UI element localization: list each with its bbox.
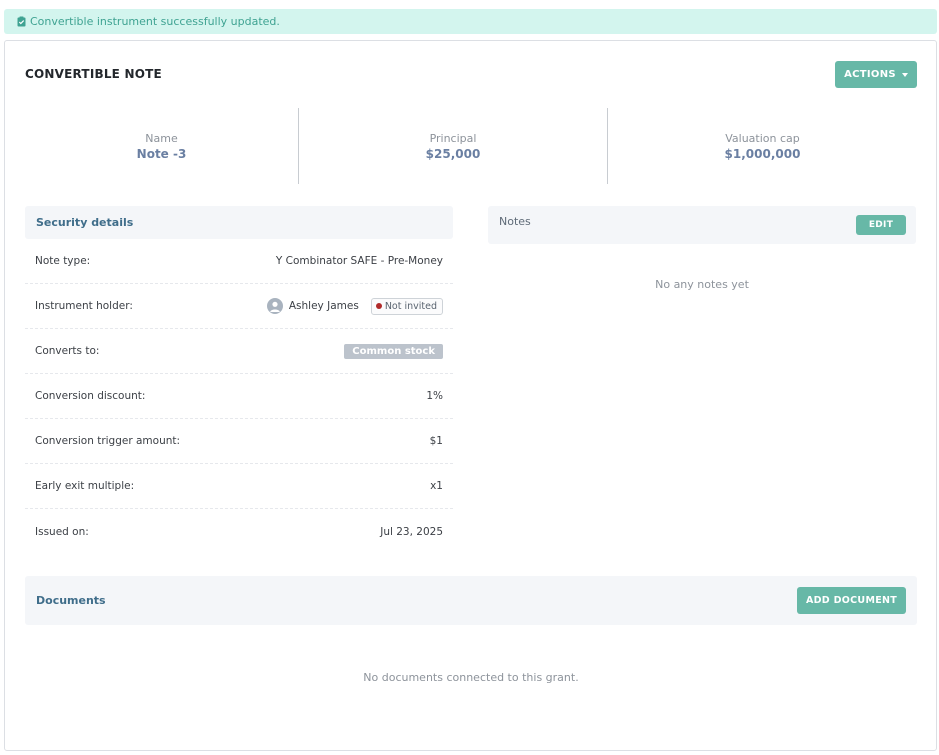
edit-notes-button[interactable]: EDIT xyxy=(856,215,906,235)
documents-empty-state: No documents connected to this grant. xyxy=(363,671,579,684)
detail-label: Conversion trigger amount: xyxy=(35,435,181,447)
notes-header: Notes EDIT xyxy=(488,206,916,244)
stat-name: Name Note -3 xyxy=(25,108,298,184)
alert-message: Convertible instrument successfully upda… xyxy=(30,15,280,28)
stat-value: $1,000,000 xyxy=(724,147,801,161)
invite-status-badge: Not invited xyxy=(370,297,443,315)
convertible-note-card: CONVERTIBLE NOTE ACTIONS Name Note -3 Pr… xyxy=(4,40,937,751)
detail-value: x1 xyxy=(430,480,443,492)
stat-label: Principal xyxy=(429,132,477,145)
security-details-header: Security details xyxy=(25,206,453,239)
detail-label: Converts to: xyxy=(35,345,100,357)
detail-row-early-exit-multiple: Early exit multiple: x1 xyxy=(25,464,453,509)
holder-name[interactable]: Ashley James xyxy=(289,300,359,312)
detail-value: Y Combinator SAFE - Pre-Money xyxy=(275,255,443,267)
detail-label: Early exit multiple: xyxy=(35,480,135,492)
detail-label: Instrument holder: xyxy=(35,300,133,312)
detail-row-conversion-trigger: Conversion trigger amount: $1 xyxy=(25,419,453,464)
stat-value: $25,000 xyxy=(425,147,481,161)
actions-button[interactable]: ACTIONS xyxy=(835,61,917,88)
page-title: CONVERTIBLE NOTE xyxy=(25,67,162,81)
detail-row-conversion-discount: Conversion discount: 1% xyxy=(25,374,453,419)
clipboard-check-icon xyxy=(17,16,26,27)
detail-row-instrument-holder: Instrument holder: Ashley James Not invi… xyxy=(25,284,453,329)
stock-class-badge: Common stock xyxy=(344,343,443,359)
stat-value: Note -3 xyxy=(136,147,187,161)
stat-label: Valuation cap xyxy=(725,132,800,145)
detail-label: Issued on: xyxy=(35,525,89,538)
caret-down-icon xyxy=(901,72,908,77)
notes-title: Notes xyxy=(499,215,531,228)
add-document-button[interactable]: ADD DOCUMENT xyxy=(797,587,906,614)
stat-label: Name xyxy=(145,132,178,145)
detail-value: 1% xyxy=(426,390,443,402)
stat-valuation-cap: Valuation cap $1,000,000 xyxy=(608,108,917,184)
holder-info: Ashley James Not invited xyxy=(266,297,443,315)
actions-button-label: ACTIONS xyxy=(844,69,896,80)
security-details-list: Note type: Y Combinator SAFE - Pre-Money… xyxy=(25,239,453,554)
detail-value: $1 xyxy=(429,435,443,447)
detail-row-issued-on: Issued on: Jul 23, 2025 xyxy=(25,509,453,554)
detail-label: Note type: xyxy=(35,255,91,267)
detail-value: Jul 23, 2025 xyxy=(380,525,443,538)
invite-status-text: Not invited xyxy=(384,300,437,312)
documents-title: Documents xyxy=(36,594,106,607)
user-avatar-icon xyxy=(266,298,283,314)
status-dot-icon xyxy=(375,303,382,309)
detail-row-note-type: Note type: Y Combinator SAFE - Pre-Money xyxy=(25,239,453,284)
notes-empty-state: No any notes yet xyxy=(655,278,749,291)
documents-header: Documents ADD DOCUMENT xyxy=(25,576,917,625)
success-alert: Convertible instrument successfully upda… xyxy=(4,9,937,34)
detail-row-converts-to: Converts to: Common stock xyxy=(25,329,453,374)
stat-principal: Principal $25,000 xyxy=(299,108,607,184)
detail-label: Conversion discount: xyxy=(35,390,146,402)
summary-stats: Name Note -3 Principal $25,000 Valuation… xyxy=(25,108,917,184)
